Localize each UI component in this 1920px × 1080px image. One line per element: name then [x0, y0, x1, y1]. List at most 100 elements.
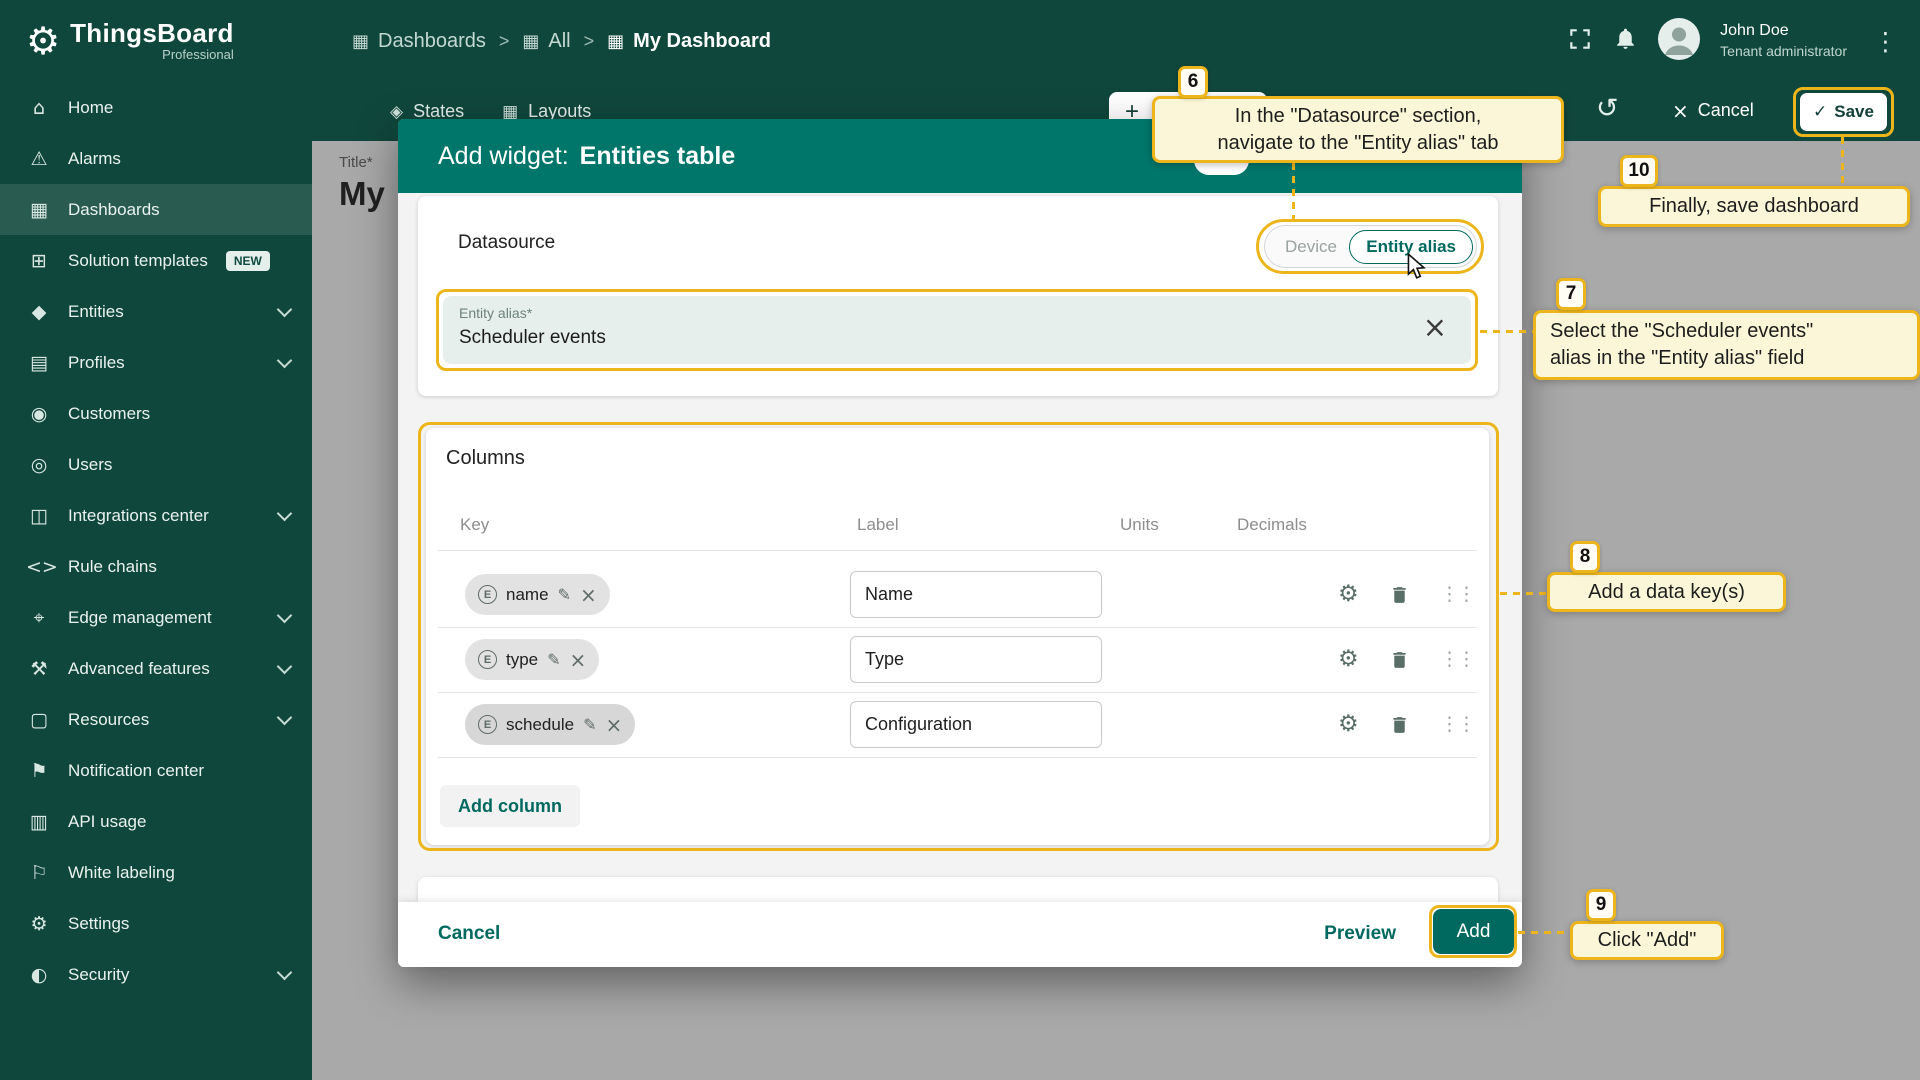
drag-handle-icon[interactable]: ⋮⋮: [1440, 648, 1474, 670]
datasource-heading: Datasource: [458, 232, 555, 254]
sidebar-item-solution-templates[interactable]: ⊞ Solution templates NEW: [0, 235, 312, 286]
sidebar-item-profiles[interactable]: ▤ Profiles: [0, 337, 312, 388]
resources-icon: ▢: [26, 709, 52, 731]
users-icon: ◎: [26, 454, 52, 476]
cancel-dashboard-edit-button[interactable]: × Cancel: [1672, 100, 1754, 121]
callout-6-number: 6: [1178, 66, 1208, 98]
breadcrumb: ▦ Dashboards > ▦ All > ▦ My Dashboard: [312, 30, 771, 53]
sidebar-item-entities[interactable]: ◆ Entities: [0, 286, 312, 337]
user-info[interactable]: John Doe Tenant administrator: [1720, 21, 1847, 61]
save-dashboard-button[interactable]: ✓ Save: [1800, 93, 1887, 131]
preview-button[interactable]: Preview: [1324, 923, 1396, 945]
remove-key-icon[interactable]: ×: [605, 716, 622, 734]
add-button[interactable]: Add: [1433, 909, 1514, 954]
chevron-down-icon: [277, 710, 293, 726]
edit-pencil-icon[interactable]: ✎: [583, 715, 596, 734]
clear-icon[interactable]: ×: [1423, 310, 1447, 344]
col-header-key: Key: [460, 515, 489, 535]
sidebar-item-home[interactable]: ⌂ Home: [0, 82, 312, 133]
dialog-cancel-button[interactable]: Cancel: [438, 923, 500, 945]
edit-pencil-icon[interactable]: ✎: [558, 585, 571, 604]
key-chip-schedule[interactable]: E schedule ✎ ×: [465, 704, 635, 745]
history-undo-icon[interactable]: ↺: [1596, 93, 1619, 124]
user-name: John Doe: [1720, 21, 1847, 41]
col-header-decimals: Decimals: [1237, 515, 1307, 535]
notification-center-icon: ⚑: [26, 760, 52, 782]
sidebar-item-advanced-features[interactable]: ⚒ Advanced features: [0, 643, 312, 694]
sidebar-item-integrations-center[interactable]: ◫ Integrations center: [0, 490, 312, 541]
dialog-title: Entities table: [580, 142, 736, 171]
remove-key-icon[interactable]: ×: [570, 651, 587, 669]
sidebar: ⚙ ThingsBoard Professional ⌂ Home ⚠ Alar…: [0, 0, 312, 1080]
advanced-features-icon: ⚒: [26, 658, 52, 680]
sidebar-item-rule-chains[interactable]: <> Rule chains: [0, 541, 312, 592]
entities-icon: ◆: [26, 301, 52, 323]
kebab-menu-icon[interactable]: ⋮: [1867, 27, 1898, 56]
divider: [438, 550, 1477, 551]
breadcrumb-separator: >: [499, 31, 510, 52]
remove-key-icon[interactable]: ×: [580, 586, 597, 604]
sidebar-item-settings[interactable]: ⚙ Settings: [0, 898, 312, 949]
column-label-input[interactable]: [850, 571, 1102, 618]
callout-9: Click "Add": [1570, 921, 1724, 960]
connector-callout-9: [1518, 931, 1570, 934]
fullscreen-icon[interactable]: [1567, 26, 1593, 57]
sidebar-item-users[interactable]: ◎ Users: [0, 439, 312, 490]
connector-callout-6: [1292, 163, 1295, 219]
chevron-down-icon: [277, 659, 293, 675]
customers-icon: ◉: [26, 403, 52, 425]
add-column-button[interactable]: Add column: [440, 785, 580, 827]
column-label-input[interactable]: [850, 701, 1102, 748]
brand-logo[interactable]: ⚙ ThingsBoard Professional: [0, 0, 312, 82]
breadcrumb-my-dashboard[interactable]: ▦ My Dashboard: [607, 30, 771, 53]
entity-alias-field[interactable]: Entity alias* Scheduler events ×: [443, 296, 1471, 364]
edge-management-icon: ⌖: [26, 607, 52, 629]
check-icon: ✓: [1813, 102, 1827, 122]
connector-callout-8: [1500, 592, 1547, 595]
sidebar-item-dashboards[interactable]: ▦ Dashboards: [0, 184, 312, 235]
key-settings-gear-icon[interactable]: ⚙: [1338, 581, 1359, 607]
connector-callout-7: [1480, 330, 1533, 333]
sidebar-item-notification-center[interactable]: ⚑ Notification center: [0, 745, 312, 796]
sidebar-item-edge-management[interactable]: ⌖ Edge management: [0, 592, 312, 643]
sidebar-item-alarms[interactable]: ⚠ Alarms: [0, 133, 312, 184]
divider: [438, 692, 1477, 693]
key-settings-gear-icon[interactable]: ⚙: [1338, 646, 1359, 672]
key-settings-gear-icon[interactable]: ⚙: [1338, 711, 1359, 737]
delete-key-trash-icon[interactable]: [1389, 649, 1410, 676]
security-icon: ◐: [26, 964, 52, 986]
notifications-bell-icon[interactable]: [1613, 26, 1638, 56]
callout-7-number: 7: [1556, 278, 1586, 310]
columns-card: Columns Key Label Units Decimals E name …: [426, 428, 1489, 845]
user-role: Tenant administrator: [1720, 41, 1847, 61]
chevron-down-icon: [277, 302, 293, 318]
sidebar-item-api-usage[interactable]: ▥ API usage: [0, 796, 312, 847]
drag-handle-icon[interactable]: ⋮⋮: [1440, 713, 1474, 735]
avatar[interactable]: [1658, 18, 1700, 65]
delete-key-trash-icon[interactable]: [1389, 714, 1410, 741]
chevron-down-icon: [277, 353, 293, 369]
toggle-device[interactable]: Device: [1265, 237, 1345, 257]
sidebar-item-customers[interactable]: ◉ Customers: [0, 388, 312, 439]
delete-key-trash-icon[interactable]: [1389, 584, 1410, 611]
breadcrumb-dashboards[interactable]: ▦ Dashboards: [352, 30, 486, 53]
new-badge: NEW: [226, 251, 270, 271]
sidebar-item-white-labeling[interactable]: ⚐ White labeling: [0, 847, 312, 898]
drag-handle-icon[interactable]: ⋮⋮: [1440, 583, 1474, 605]
sidebar-item-resources[interactable]: ▢ Resources: [0, 694, 312, 745]
datasource-type-toggle: Device Entity alias: [1264, 225, 1477, 268]
entity-alias-value: Scheduler events: [459, 327, 606, 349]
thingsboard-logo-icon: ⚙: [26, 19, 60, 63]
key-chip-type[interactable]: E type ✎ ×: [465, 639, 599, 680]
column-label-input[interactable]: [850, 636, 1102, 683]
home-icon: ⌂: [26, 97, 52, 119]
divider: [438, 627, 1477, 628]
chevron-down-icon: [277, 608, 293, 624]
edit-pencil-icon[interactable]: ✎: [547, 650, 560, 669]
breadcrumb-all[interactable]: ▦ All: [522, 30, 570, 53]
white-labeling-icon: ⚐: [26, 862, 52, 884]
brand-name: ThingsBoard: [70, 20, 234, 46]
key-chip-name[interactable]: E name ✎ ×: [465, 574, 610, 615]
callout-7: Select the "Scheduler events" alias in t…: [1533, 310, 1920, 380]
sidebar-item-security[interactable]: ◐ Security: [0, 949, 312, 1000]
